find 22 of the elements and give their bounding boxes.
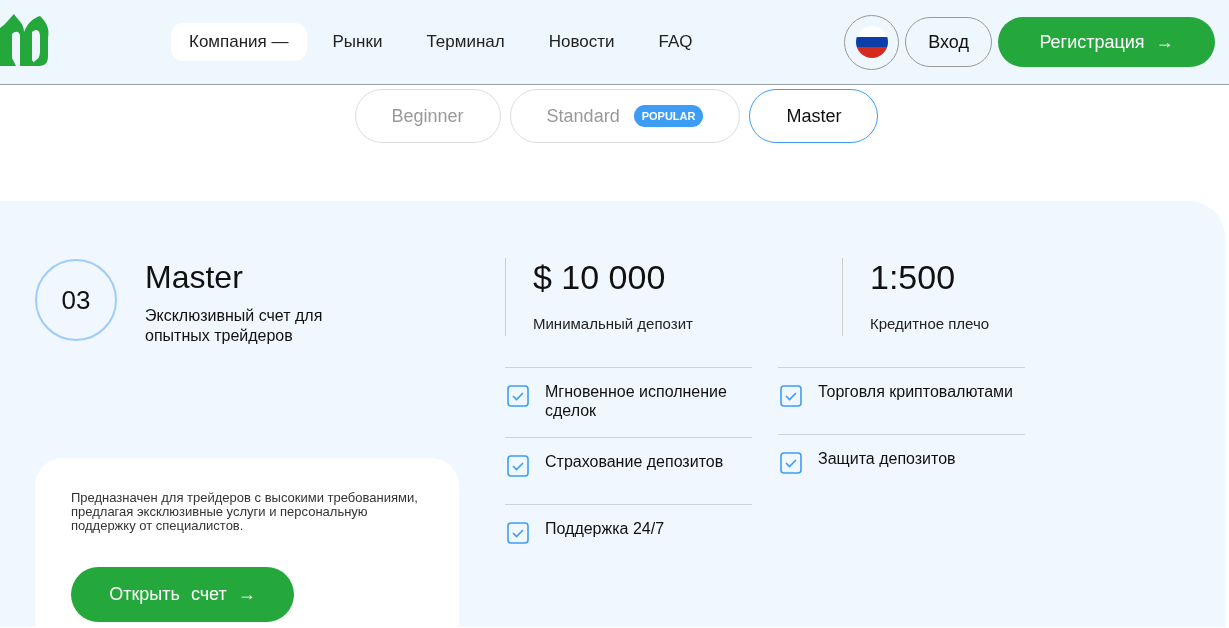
nav-link[interactable]: FAQ	[640, 23, 711, 61]
popular-badge: POPULAR	[633, 105, 704, 127]
plan-tab[interactable]: Master	[749, 89, 879, 143]
plan-description: Предназначен для трейдеров с высокими требованиями, предлагая эксклюзивные услуги и персональную поддержку от специалистов.	[71, 491, 419, 533]
flag-icon	[855, 26, 888, 58]
plan-number: 03	[35, 259, 117, 341]
plan-subtitle: Эксклюзивный счет для опытных трейдеров	[145, 306, 324, 346]
nav-link[interactable]: Терминал	[408, 23, 523, 61]
stat-value: $ 10 000	[533, 258, 667, 297]
stat-label: Кредитное плечо	[870, 315, 991, 332]
nav-link[interactable]: Рынки	[314, 23, 401, 61]
stat-value: 1:500	[870, 258, 957, 297]
nav-link[interactable]: Новости	[530, 23, 633, 61]
feature-text: Торговля криптовалютами	[818, 382, 1013, 402]
stat-label: Минимальный депозит	[533, 315, 694, 332]
nav-link[interactable]: Компания —	[171, 23, 307, 61]
feature-text: Страхование депозитов	[545, 452, 724, 472]
feature-text: Защита депозитов	[818, 449, 956, 469]
feature-text: Поддержка 24/7	[545, 519, 665, 539]
login-button[interactable]: Вход	[905, 17, 992, 67]
feature-text: Мгновенное исполнение сделок	[545, 382, 728, 420]
plan-title: Master	[145, 259, 244, 296]
